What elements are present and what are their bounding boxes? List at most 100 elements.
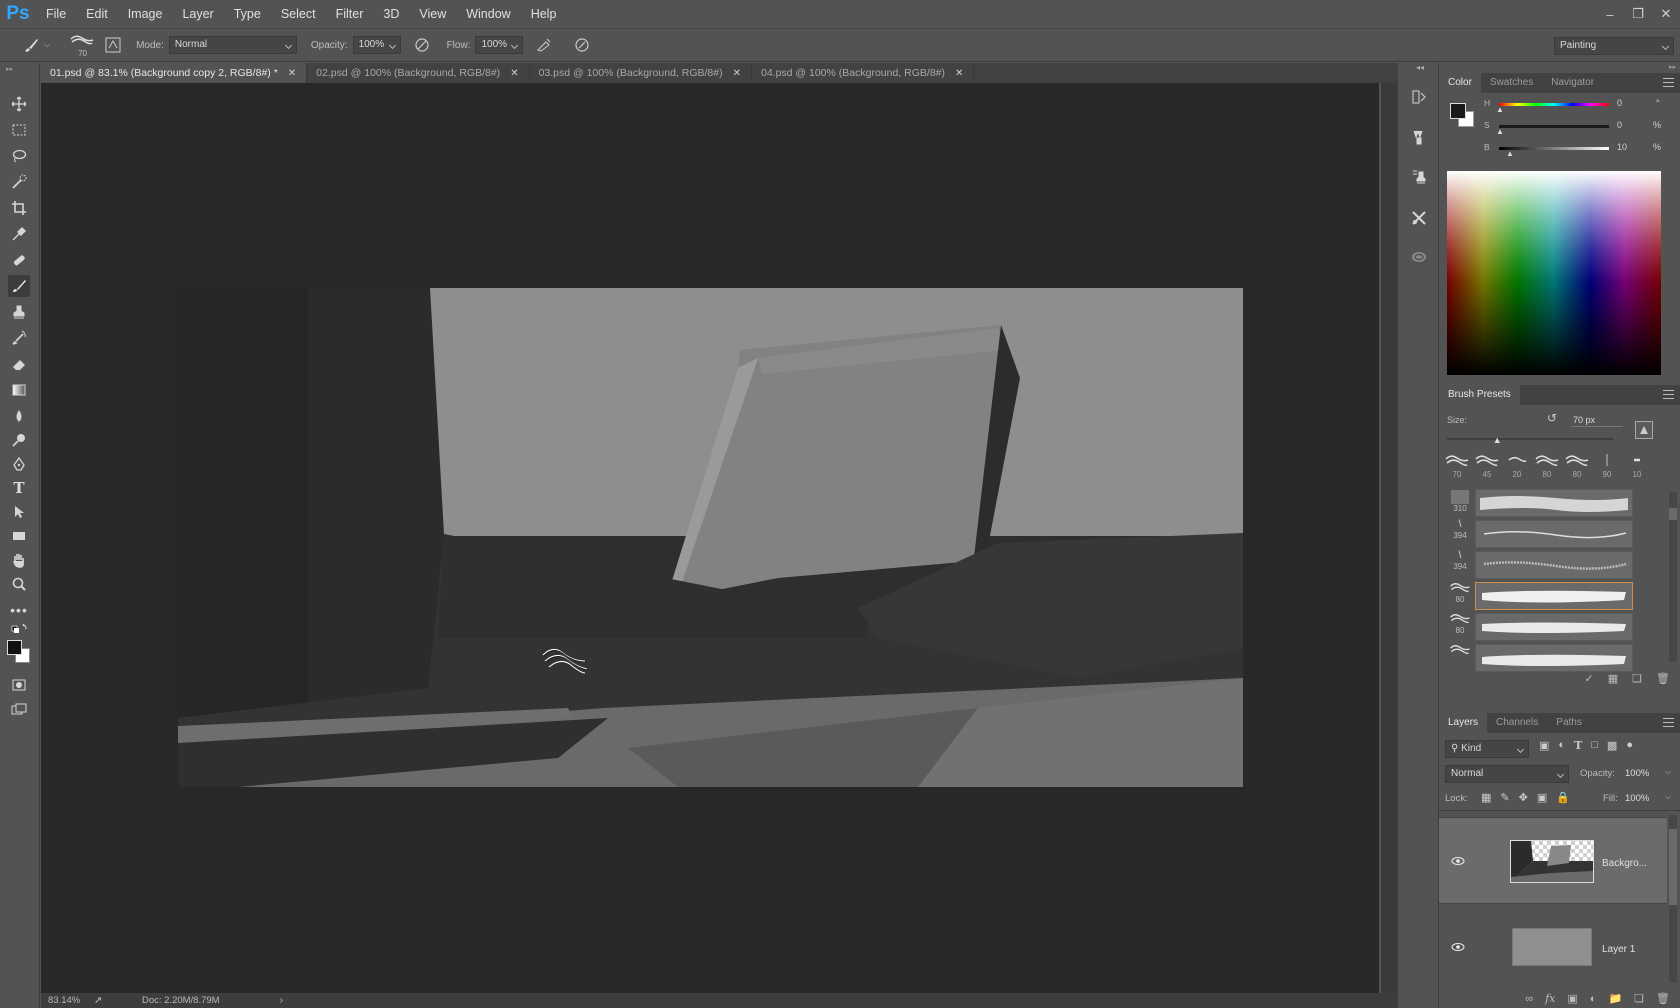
close-tab-icon[interactable]: ✕ [288, 68, 296, 79]
pen-tool-icon[interactable] [8, 453, 30, 475]
opacity-field[interactable]: 100% [352, 36, 401, 54]
expand-panels-icon[interactable]: ◂◂ [1416, 63, 1424, 72]
close-tab-icon[interactable]: ✕ [733, 68, 741, 79]
layer-name[interactable]: Layer 1 [1602, 944, 1635, 955]
preset-manager-icon[interactable]: ▦ [1608, 672, 1618, 690]
brush-list-scrollbar[interactable] [1669, 492, 1677, 662]
menu-3d[interactable]: 3D [373, 0, 409, 28]
hue-value[interactable]: 0 [1617, 98, 1622, 108]
airbrush-icon[interactable] [533, 34, 555, 56]
menu-layer[interactable]: Layer [172, 0, 223, 28]
visibility-eye-icon[interactable] [1451, 942, 1465, 952]
close-tab-icon[interactable]: ✕ [955, 68, 963, 79]
tab-02-psd[interactable]: 02.psd @ 100% (Background, RGB/8#) ✕ [307, 63, 530, 83]
slider-thumb-icon[interactable]: ▲ [1496, 105, 1504, 114]
artwork-canvas[interactable] [178, 288, 1243, 787]
quick-mask-icon[interactable] [8, 674, 30, 696]
reset-size-icon[interactable]: ↺ [1547, 411, 1557, 425]
minimize-icon[interactable]: – [1596, 7, 1624, 22]
tab-swatches[interactable]: Swatches [1481, 73, 1542, 93]
close-tab-icon[interactable]: ✕ [510, 68, 518, 79]
history-brush-tool-icon[interactable] [8, 327, 30, 349]
new-group-icon[interactable]: 📁 [1608, 992, 1622, 1005]
document-window[interactable] [41, 83, 1379, 993]
link-layers-icon[interactable]: ∞ [1525, 993, 1533, 1005]
tool-presets-panel-icon[interactable] [1408, 207, 1430, 229]
menu-select[interactable]: Select [271, 0, 326, 28]
blur-tool-icon[interactable] [8, 405, 30, 427]
clone-source-panel-icon[interactable] [1408, 166, 1430, 188]
slider-thumb-icon[interactable]: ▲ [1506, 149, 1514, 158]
slider-thumb-icon[interactable]: ▲ [1493, 435, 1502, 445]
tab-channels[interactable]: Channels [1487, 713, 1547, 733]
menu-image[interactable]: Image [118, 0, 173, 28]
eraser-tool-icon[interactable] [8, 353, 30, 375]
lock-pixels-icon[interactable]: ✎ [1500, 791, 1509, 804]
lock-transparency-icon[interactable]: ▦ [1481, 791, 1491, 804]
tab-paths[interactable]: Paths [1547, 713, 1591, 733]
dodge-tool-icon[interactable] [8, 429, 30, 451]
marquee-tool-icon[interactable] [8, 119, 30, 141]
brush-preset-item[interactable]: 80 [1447, 612, 1637, 642]
smart-object-filter-icon[interactable]: ▩ [1607, 739, 1617, 752]
blend-mode-dropdown[interactable]: Normal [1445, 765, 1569, 783]
brightness-value[interactable]: 10 [1617, 142, 1627, 152]
lock-all-icon[interactable]: 🔒 [1556, 791, 1570, 804]
layers-scrollbar[interactable] [1669, 815, 1677, 983]
filter-toggle-icon[interactable]: ● [1626, 739, 1633, 752]
brush-picker[interactable]: 70 [66, 31, 100, 59]
brush-preset-item[interactable]: \ 394 [1447, 519, 1637, 549]
rectangle-tool-icon[interactable] [8, 525, 30, 547]
visibility-eye-icon[interactable] [1451, 856, 1465, 866]
new-brush-preset-icon[interactable] [1635, 421, 1653, 439]
more-tools-icon[interactable]: ••• [8, 599, 30, 621]
recent-brush-tip[interactable]: 80 [1533, 453, 1561, 483]
brush-preset-item[interactable] [1447, 643, 1637, 673]
brush-preset-item-selected[interactable]: 80 [1447, 581, 1637, 611]
close-icon[interactable]: ✕ [1652, 6, 1680, 22]
type-filter-icon[interactable]: T [1574, 739, 1582, 752]
lock-position-icon[interactable]: ✥ [1519, 791, 1528, 804]
collapse-panels-icon[interactable]: ▸▸ [1669, 63, 1676, 71]
swap-colors-icon[interactable] [8, 623, 30, 635]
brush-tool-preset-icon[interactable] [20, 34, 42, 56]
panel-menu-icon[interactable] [1663, 718, 1674, 727]
layer-row-background-copy[interactable]: Backgro... [1439, 817, 1667, 903]
brush-size-slider[interactable]: ▲ [1447, 435, 1613, 445]
panel-menu-icon[interactable] [1663, 78, 1674, 87]
tab-03-psd[interactable]: 03.psd @ 100% (Background, RGB/8#) ✕ [530, 63, 752, 83]
color-spectrum[interactable] [1447, 171, 1661, 375]
hand-tool-icon[interactable] [8, 549, 30, 571]
chevron-down-icon[interactable]: ⌵ [1665, 792, 1671, 802]
layer-opacity-field[interactable]: 100% [1625, 768, 1649, 779]
menu-window[interactable]: Window [456, 0, 520, 28]
tab-navigator[interactable]: Navigator [1542, 73, 1603, 93]
slider-thumb-icon[interactable]: ▲ [1496, 127, 1504, 136]
add-mask-icon[interactable]: ▣ [1567, 992, 1577, 1005]
fill-field[interactable]: 100% [1625, 793, 1649, 804]
tab-color[interactable]: Color [1439, 73, 1481, 93]
tab-04-psd[interactable]: 04.psd @ 100% (Background, RGB/8#) ✕ [752, 63, 975, 83]
shape-filter-icon[interactable]: □ [1591, 739, 1598, 752]
brush-preset-item[interactable]: \ 394 [1447, 550, 1637, 580]
pressure-size-icon[interactable] [571, 34, 593, 56]
color-panel-swatches[interactable] [1448, 101, 1476, 129]
path-selection-tool-icon[interactable] [8, 501, 30, 523]
lock-artboard-icon[interactable]: ▣ [1537, 791, 1547, 804]
menu-help[interactable]: Help [521, 0, 567, 28]
move-tool-icon[interactable] [8, 93, 30, 115]
recent-brush-tip[interactable]: 10 [1623, 453, 1651, 483]
eyedropper-tool-icon[interactable] [8, 223, 30, 245]
screen-mode-icon[interactable] [8, 699, 30, 721]
chevron-down-icon[interactable]: ⌵ [1665, 767, 1671, 777]
type-tool-icon[interactable]: T [8, 477, 30, 499]
crop-tool-icon[interactable] [8, 197, 30, 219]
chevron-down-icon[interactable]: ⌵ [44, 40, 50, 50]
saturation-slider[interactable] [1499, 125, 1609, 128]
mode-dropdown[interactable]: Normal [168, 36, 297, 54]
recent-brush-tip[interactable]: 70 [1443, 453, 1471, 483]
menu-type[interactable]: Type [224, 0, 271, 28]
delete-preset-icon[interactable]: 🗑 [1656, 672, 1670, 690]
layer-name[interactable]: Backgro... [1602, 858, 1647, 869]
lasso-tool-icon[interactable] [8, 145, 30, 167]
